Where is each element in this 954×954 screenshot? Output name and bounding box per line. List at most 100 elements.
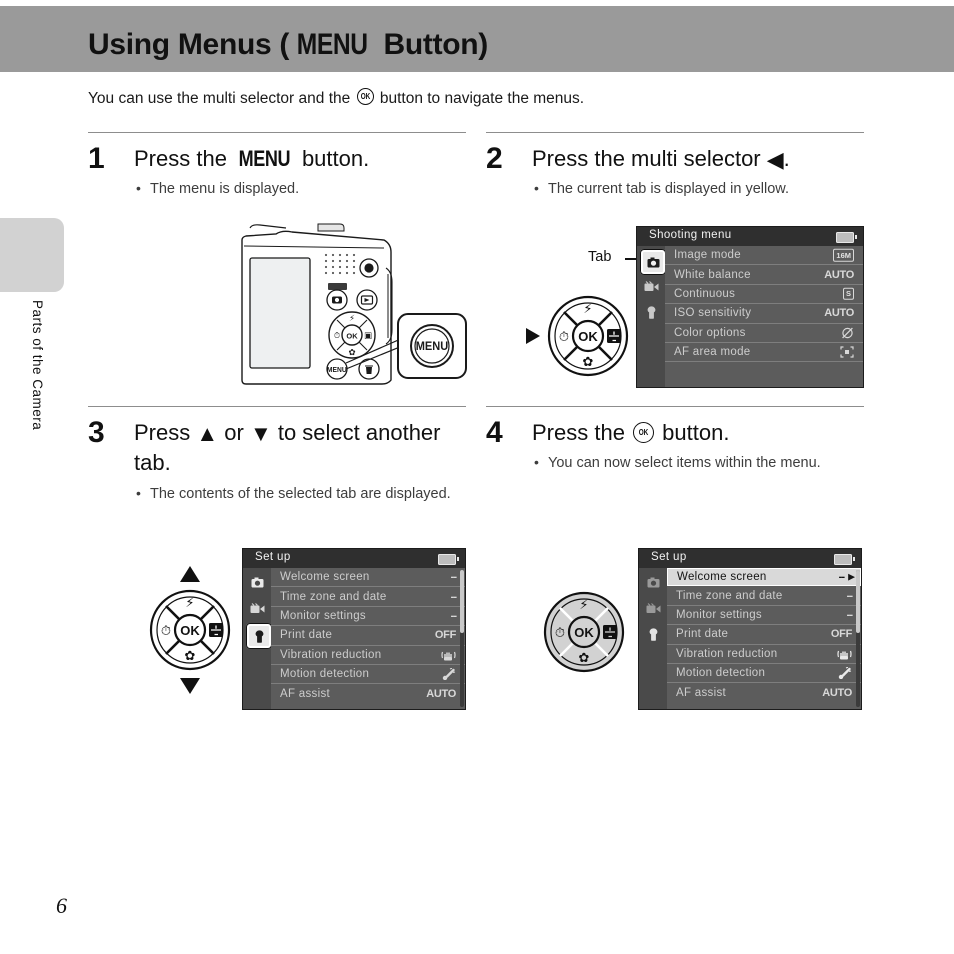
menu-row[interactable]: Motion detection: [271, 665, 465, 685]
step-divider: [88, 132, 466, 133]
menu-row[interactable]: White balance AUTO: [665, 265, 863, 285]
menu-row-label: Welcome screen: [677, 571, 767, 584]
af-area-icon: [840, 346, 854, 358]
ok-button-icon: [633, 422, 655, 443]
menu-row-value: 16M: [833, 248, 854, 262]
setup-tab[interactable]: [643, 624, 663, 644]
step-number: 3: [88, 416, 105, 449]
menu-row[interactable]: Print date OFF: [667, 625, 861, 645]
svg-text:⏱: ⏱: [559, 330, 569, 345]
svg-text:OK: OK: [346, 332, 358, 341]
step-heading-menu-word: MENU: [238, 146, 291, 171]
step-heading-after: button.: [295, 146, 370, 171]
battery-icon: [438, 554, 459, 565]
svg-text:✿: ✿: [579, 651, 590, 666]
motion-detection-icon: [837, 667, 852, 680]
tab-callout-label: Tab: [588, 249, 612, 265]
menu-row-label: Continuous: [674, 287, 736, 300]
menu-row-label: AF assist: [676, 686, 726, 699]
setup-tab[interactable]: [246, 623, 272, 649]
step-heading: Press the MENU button.: [134, 144, 464, 173]
movie-tab[interactable]: [641, 276, 661, 296]
ok-button-icon: [356, 88, 374, 105]
svg-text:⚡: ⚡: [349, 314, 355, 324]
menu-row[interactable]: Vibration reduction: [271, 646, 465, 665]
menu-row[interactable]: AF assist AUTO: [271, 684, 465, 702]
step-heading-before: Press the: [134, 146, 234, 171]
menu-row-value: AUTO: [824, 307, 854, 320]
menu-row-value: --: [450, 590, 457, 603]
page-header-band: Using Menus (MENU Button): [0, 6, 954, 72]
menu-row[interactable]: Image mode 16M: [665, 246, 863, 266]
battery-icon: [834, 554, 855, 565]
bullet-item: The current tab is displayed in yellow.: [534, 179, 862, 200]
menu-row-selected[interactable]: Welcome screen -- ▶: [667, 568, 861, 587]
menu-row[interactable]: Continuous S: [665, 285, 863, 305]
page-title-suffix: Button): [375, 28, 488, 61]
bullet-item: You can now select items within the menu…: [534, 453, 832, 474]
step-heading-before: Press the multi selector: [532, 146, 767, 171]
menu-row[interactable]: Print date OFF: [271, 626, 465, 646]
chevron-right-icon: ▶: [848, 571, 855, 582]
menu-row-value: AUTO: [824, 268, 854, 281]
screen-title-bar: Set up: [639, 549, 861, 569]
menu-row[interactable]: Monitor settings --: [667, 606, 861, 626]
menu-row[interactable]: Time zone and date --: [271, 587, 465, 607]
camera-tab[interactable]: [640, 249, 666, 275]
setup-menu-screen-step3: Set up Welcome screen -- Time zone and da…: [242, 548, 466, 710]
menu-scrollbar[interactable]: [856, 570, 860, 707]
svg-text:OK: OK: [578, 329, 598, 344]
step-heading-mid: or: [218, 420, 250, 445]
setup-tab[interactable]: [641, 302, 661, 322]
menu-scrollbar-thumb[interactable]: [856, 570, 860, 634]
menu-row-label: Image mode: [674, 249, 741, 262]
camera-tab[interactable]: [247, 572, 267, 592]
intro-text: You can use the multi selector and the b…: [88, 88, 584, 108]
down-arrow-icon: ▼: [249, 421, 272, 446]
menu-row-value: OFF: [434, 629, 456, 642]
menu-row[interactable]: Time zone and date --: [667, 586, 861, 606]
step-number: 1: [88, 142, 105, 175]
page-number: 6: [56, 893, 67, 918]
screen-title: Set up: [651, 551, 687, 563]
svg-text:✿: ✿: [583, 355, 594, 370]
menu-scrollbar-thumb[interactable]: [460, 570, 464, 634]
menu-row-value: --: [450, 571, 457, 584]
down-arrow-icon: [180, 678, 200, 694]
bullet-item: The contents of the selected tab are dis…: [136, 484, 464, 505]
movie-tab[interactable]: [247, 598, 267, 618]
step-divider: [486, 406, 864, 407]
menu-row[interactable]: Motion detection: [667, 664, 861, 684]
menu-row[interactable]: Monitor settings --: [271, 607, 465, 627]
chapter-label: Parts of the Camera: [30, 300, 45, 431]
tab-column: [243, 568, 272, 709]
shooting-menu-screen: Shooting menu Image mode 16M White balan…: [636, 226, 864, 388]
step-number: 4: [486, 416, 503, 449]
svg-text:⚡: ⚡: [579, 598, 588, 613]
step-divider: [486, 132, 864, 133]
menu-row-label: Time zone and date: [676, 589, 783, 602]
menu-row[interactable]: AF assist AUTO: [667, 683, 861, 701]
menu-row-value: --: [846, 589, 853, 602]
movie-tab[interactable]: [643, 598, 663, 618]
menu-row-label: ISO sensitivity: [674, 307, 752, 320]
menu-row[interactable]: Vibration reduction: [667, 645, 861, 664]
step-heading-before: Press: [134, 420, 197, 445]
menu-scrollbar[interactable]: [460, 570, 464, 707]
svg-text:OK: OK: [574, 625, 594, 640]
step-heading-after: .: [783, 146, 790, 171]
multi-selector-dial-step2: OK ⚡ ⏱ ✿: [524, 290, 642, 387]
menu-row-label: AF area mode: [674, 346, 751, 359]
menu-rows: Image mode 16M White balance AUTO Contin…: [665, 246, 863, 387]
menu-row[interactable]: Color options: [665, 324, 863, 343]
menu-row[interactable]: AF area mode: [665, 343, 863, 363]
screen-title-bar: Set up: [243, 549, 465, 569]
menu-row-label: White balance: [674, 268, 751, 281]
svg-text:✿: ✿: [185, 649, 196, 664]
menu-row[interactable]: Welcome screen --: [271, 568, 465, 588]
menu-row[interactable]: ISO sensitivity AUTO: [665, 304, 863, 324]
vibration-reduction-icon: [837, 648, 852, 660]
menu-rows: Welcome screen -- Time zone and date -- Mo…: [271, 568, 465, 709]
motion-detection-icon: [441, 668, 456, 681]
camera-tab[interactable]: [643, 572, 663, 592]
